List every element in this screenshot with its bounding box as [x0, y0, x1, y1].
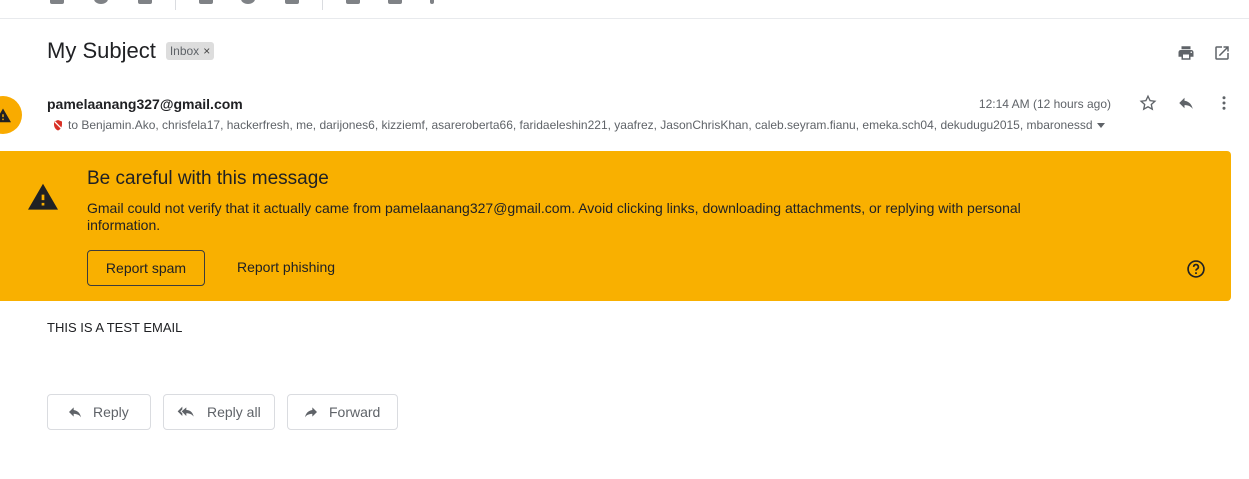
unverified-sender-icon — [54, 120, 62, 131]
toolbar-icon-3[interactable] — [138, 0, 152, 4]
subject-row: My Subject Inbox × — [47, 38, 215, 64]
star-icon[interactable] — [1139, 94, 1157, 112]
message-actions — [1139, 94, 1233, 112]
label-name: Inbox — [169, 44, 200, 58]
inbox-label-chip[interactable]: Inbox × — [165, 42, 215, 60]
warning-title: Be careful with this message — [87, 168, 329, 189]
top-toolbar — [0, 0, 1249, 19]
print-icon[interactable] — [1177, 44, 1195, 62]
report-spam-button[interactable]: Report spam — [87, 250, 205, 286]
recipients-line: to Benjamin.Ako, chrisfela17, hackerfres… — [52, 118, 1105, 132]
thread-actions — [1177, 44, 1231, 62]
toolbar-icon-6[interactable] — [285, 0, 299, 4]
sender-address[interactable]: pamelaanang327@gmail.com — [47, 96, 243, 112]
toolbar-icon-4[interactable] — [199, 0, 213, 4]
more-vert-icon[interactable] — [1215, 94, 1233, 112]
recipients-dropdown-icon[interactable] — [1096, 122, 1105, 128]
forward-label: Forward — [329, 404, 381, 420]
toolbar-icon-7[interactable] — [346, 0, 360, 4]
email-subject: My Subject — [47, 38, 156, 63]
toolbar-divider — [322, 0, 323, 10]
warning-icon — [26, 181, 60, 216]
report-phishing-button[interactable]: Report phishing — [226, 250, 346, 284]
warning-banner: Be careful with this message Gmail could… — [0, 151, 1231, 301]
recipients-list: to Benjamin.Ako, chrisfela17, hackerfres… — [68, 118, 1093, 132]
email-body: THIS IS A TEST EMAIL — [47, 320, 183, 335]
open-in-new-window-icon[interactable] — [1213, 44, 1231, 62]
sender-avatar[interactable] — [0, 96, 22, 134]
reply-label: Reply — [93, 404, 129, 420]
reply-all-label: Reply all — [207, 404, 261, 420]
toolbar-icon-5[interactable] — [241, 0, 255, 4]
help-icon[interactable] — [1186, 259, 1206, 284]
toolbar-icon-1[interactable] — [50, 0, 64, 4]
reply-button[interactable]: Reply — [47, 394, 151, 430]
toolbar-icon-9[interactable] — [430, 0, 434, 4]
reply-all-button[interactable]: Reply all — [163, 394, 275, 430]
warning-description: Gmail could not verify that it actually … — [87, 200, 1021, 233]
remove-label-icon[interactable]: × — [203, 44, 210, 58]
forward-icon — [302, 404, 320, 420]
warning-icon — [0, 108, 11, 123]
email-timestamp: 12:14 AM (12 hours ago) — [978, 97, 1111, 111]
toolbar-divider — [175, 0, 176, 10]
reply-all-icon — [176, 404, 198, 420]
forward-button[interactable]: Forward — [287, 394, 398, 430]
reply-icon[interactable] — [1177, 94, 1195, 112]
toolbar-icon-2[interactable] — [94, 0, 108, 4]
toolbar-icon-8[interactable] — [388, 0, 402, 4]
reply-icon — [66, 404, 84, 420]
